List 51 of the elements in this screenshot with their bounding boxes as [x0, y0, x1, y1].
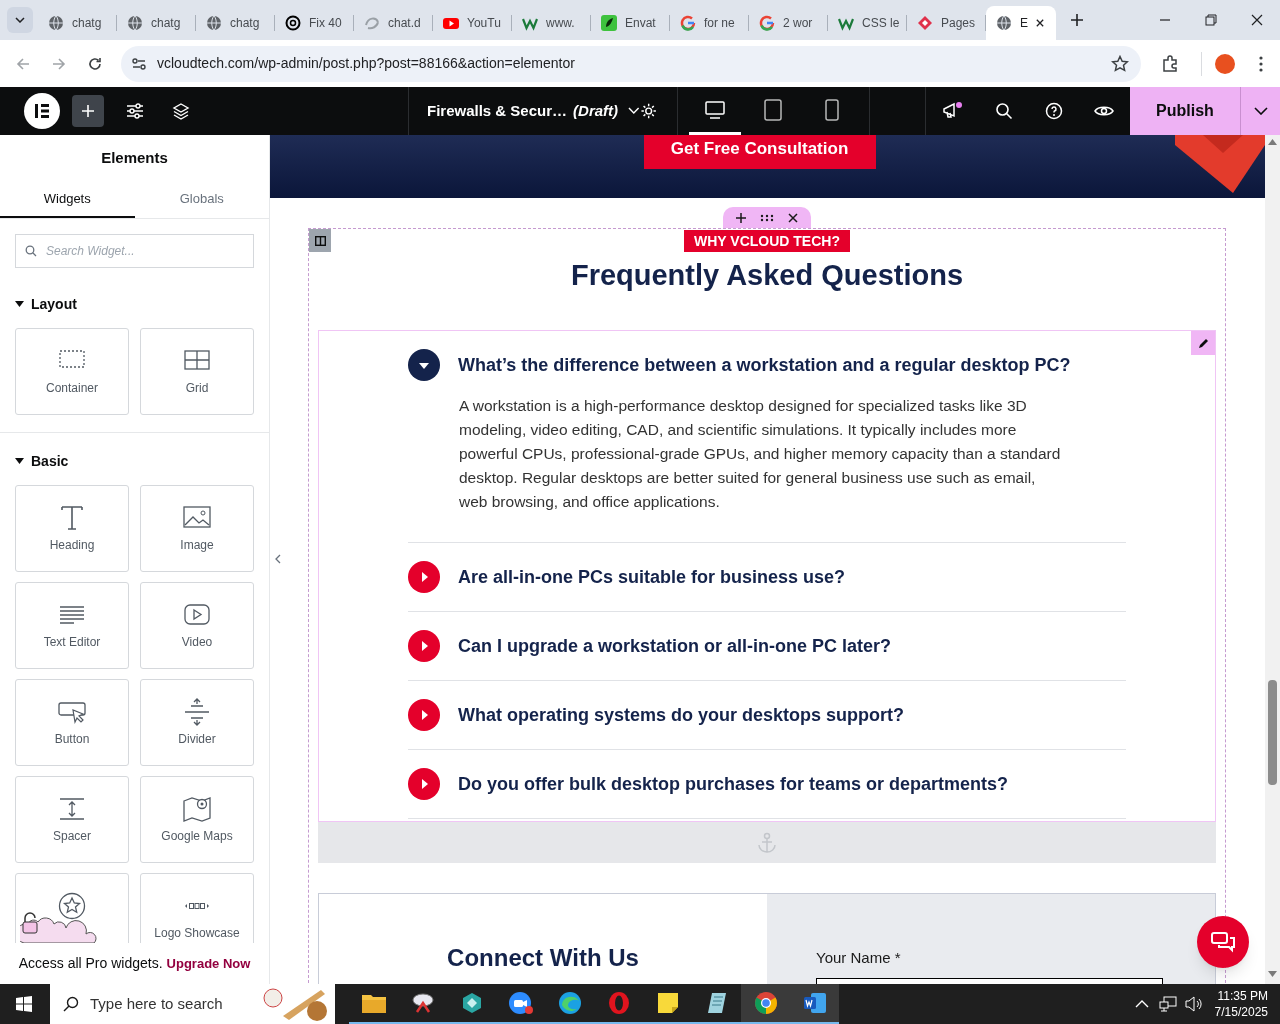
browser-tab[interactable]: 2 wor [749, 6, 828, 40]
widget-card[interactable]: Video [140, 582, 254, 669]
publish-button[interactable]: Publish [1130, 87, 1240, 135]
faq-question[interactable]: Are all-in-one PCs suitable for business use? [458, 563, 846, 591]
search-field[interactable]: Search Widget... [15, 234, 254, 268]
browser-tab[interactable]: chat.d [354, 6, 433, 40]
panel-tab[interactable]: Widgets [0, 181, 135, 218]
search-placeholder: Type here to search [90, 993, 223, 1014]
browser-tab[interactable]: for ne [670, 6, 749, 40]
document-title[interactable]: Firewalls & Secur… [427, 99, 568, 123]
draft-status: (Draft) [573, 100, 619, 121]
clock-date[interactable]: 7/15/2025 [1214, 1004, 1268, 1020]
browser-tab[interactable]: chatg [196, 6, 275, 40]
faq-question[interactable]: Can I upgrade a workstation or all-in-one PC later? [458, 632, 892, 660]
upgrade-link[interactable]: Upgrade Now [166, 953, 251, 974]
browser-tab[interactable]: E [986, 6, 1056, 40]
url-text: vcloudtech.com/wp-admin/post.php?post=88166&action=elementor [157, 54, 575, 73]
widget-card[interactable]: Container [15, 328, 129, 415]
browser-tab[interactable]: chatg [117, 6, 196, 40]
browser-tab[interactable]: YouTu [433, 6, 512, 40]
browser-tab[interactable]: Pages [907, 6, 986, 40]
widget-card[interactable]: Button [15, 679, 129, 766]
browser-tab[interactable]: CSS le [828, 6, 907, 40]
browser-tab[interactable]: chatg [38, 6, 117, 40]
address-bar[interactable]: vcloudtech.com/wp-admin/post.php?post=88166&action=elementor [121, 45, 1141, 82]
panel-title: Elements [100, 147, 169, 168]
faq-answer: A workstation is a high-performance desktop designed for specialized tasks like 3D modeling, video editing, CAD, and scientific simulations. It typically includes more powerful CPUs, professional-grade GPUs, and higher memory capacity than a standard desktop. Regular desktops are better suited for general business use such as email, web browsing, and office applications. [459, 396, 1062, 512]
browser-tab[interactable]: www. [512, 6, 591, 40]
widget-card[interactable]: Google Maps [140, 776, 254, 863]
widget-card[interactable]: Text Editor [15, 582, 129, 669]
browser-tab[interactable]: Envat [591, 6, 670, 40]
clock-time[interactable]: 11:35 PM [1217, 988, 1268, 1004]
widget-card[interactable]: Divider [140, 679, 254, 766]
faq-question[interactable]: Do you offer bulk desktop purchases for teams or departments? [458, 770, 1009, 798]
contact-heading: Connect With Us [447, 943, 639, 973]
widget-card[interactable]: Grid [140, 328, 254, 415]
browser-tab[interactable]: Fix 40 [275, 6, 354, 40]
faq-question[interactable]: What operating systems do your desktops support? [458, 701, 905, 729]
widget-card[interactable]: Heading [15, 485, 129, 572]
faq-heading: Frequently Asked Questions [570, 258, 964, 293]
faq-question[interactable]: What’s the difference between a workstation and a regular desktop PC? [458, 351, 1071, 379]
section-badge: WHY VCLOUD TECH? [684, 230, 850, 252]
promo-text: Access all Pro widgets. [18, 954, 163, 973]
widget-card[interactable]: Image [140, 485, 254, 572]
section-title[interactable]: Layout [31, 293, 77, 315]
panel-tab[interactable]: Globals [134, 181, 269, 218]
field-label: Your Name * [816, 948, 902, 968]
widget-card[interactable]: Spacer [15, 776, 129, 863]
cta-button[interactable]: Get Free Consultation [643, 135, 876, 169]
taskbar-search-field[interactable]: Type here to search [50, 984, 335, 1024]
section-title[interactable]: Basic [31, 450, 69, 472]
